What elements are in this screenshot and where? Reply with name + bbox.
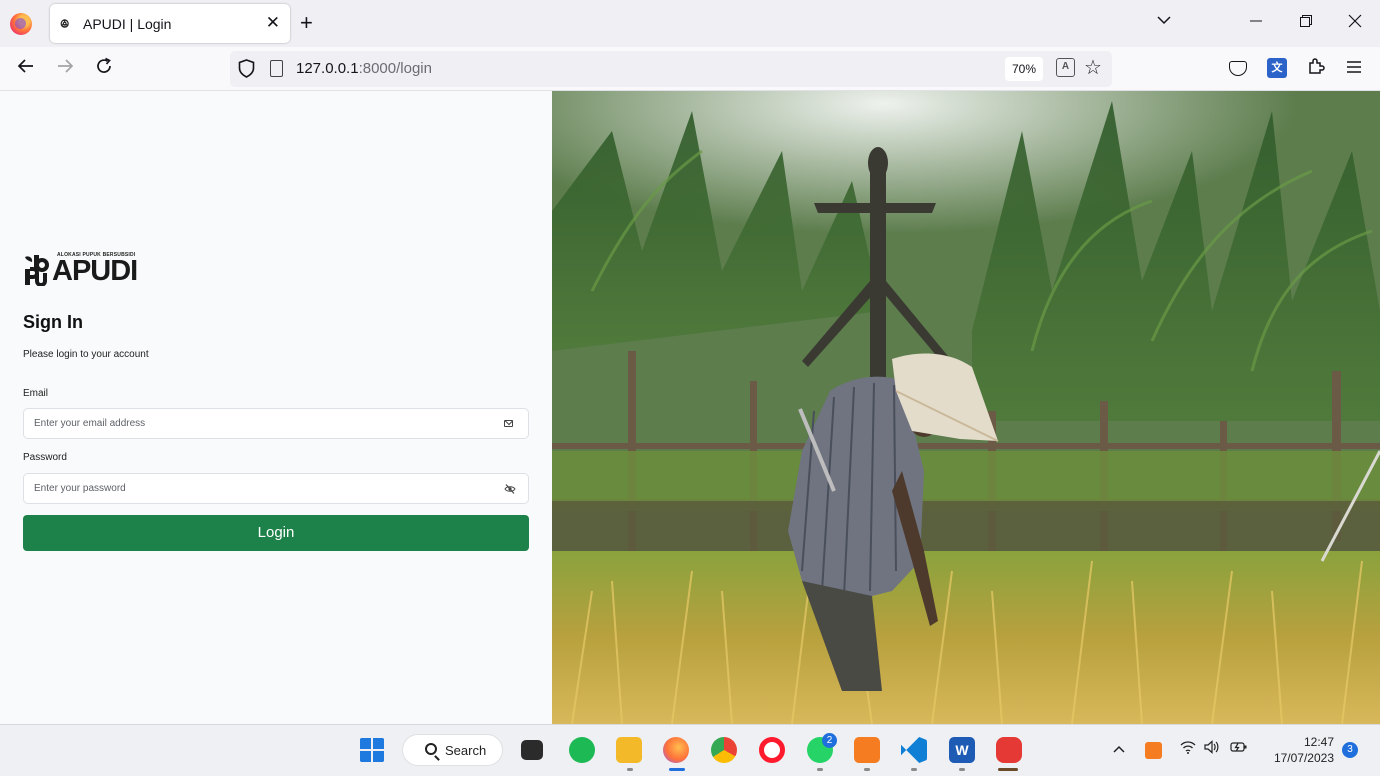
apudi-logo-mark-icon — [25, 255, 49, 286]
word-icon[interactable]: W — [949, 737, 975, 763]
page-title: Sign In — [23, 312, 83, 332]
tab-title: APUDI | Login — [83, 16, 172, 32]
password-field-wrapper — [23, 473, 529, 504]
whatsapp-running-indicator — [817, 768, 823, 771]
list-all-tabs-icon[interactable] — [1157, 12, 1171, 28]
windows-start-icon[interactable] — [359, 737, 385, 763]
xampp-tray-icon[interactable] — [1145, 742, 1162, 759]
apudi-logo: ALOKASI PUPUK BERSUBSIDI APUDI — [23, 252, 143, 288]
email-label: Email — [23, 388, 49, 399]
battery-charging-icon[interactable] — [1230, 740, 1248, 757]
minimize-icon[interactable] — [1249, 10, 1263, 36]
eye-slash-icon[interactable] — [504, 483, 516, 495]
file-explorer-running-indicator — [627, 768, 633, 771]
page-subtitle: Please login to your account — [23, 349, 149, 360]
browser-nav-bar: 127.0.0.1:8000/login 70% A ☆ 文 — [0, 47, 1380, 91]
apudi-favicon-icon: ꔮ — [60, 17, 70, 31]
show-hidden-icons-chevron-icon[interactable] — [1113, 740, 1125, 756]
notification-count-badge[interactable]: 3 — [1342, 742, 1358, 758]
translate-page-icon[interactable]: A — [1056, 58, 1075, 77]
login-panel: ALOKASI PUPUK BERSUBSIDI APUDI Sign In P… — [0, 91, 552, 724]
login-page: ALOKASI PUPUK BERSUBSIDI APUDI Sign In P… — [0, 91, 1380, 724]
login-button[interactable]: Login — [23, 515, 529, 551]
vscode-icon[interactable] — [901, 737, 927, 763]
forward-arrow-icon[interactable] — [55, 56, 75, 83]
opera-icon[interactable] — [759, 737, 785, 763]
tab-active[interactable]: ꔮ APUDI | Login ✕ — [50, 4, 290, 43]
email-field[interactable] — [34, 409, 494, 438]
tracking-shield-icon[interactable] — [238, 59, 255, 78]
screen-recorder-icon[interactable] — [996, 737, 1022, 763]
firefox-taskbar-icon[interactable] — [663, 737, 689, 763]
task-view-icon[interactable] — [521, 740, 543, 760]
firefox-logo-icon[interactable] — [10, 13, 32, 35]
page-info-icon[interactable] — [270, 60, 283, 77]
search-icon — [425, 743, 437, 755]
taskbar-search-label: Search — [445, 743, 487, 758]
taskbar-clock[interactable]: 12:47 17/07/2023 — [1262, 734, 1334, 766]
password-field[interactable] — [34, 474, 494, 503]
hero-image — [552, 91, 1380, 724]
taskbar-search-button[interactable]: Search — [402, 734, 503, 766]
envelope-icon — [504, 420, 513, 427]
whatsapp-badge: 2 — [822, 733, 837, 748]
email-field-wrapper — [23, 408, 529, 439]
close-window-icon[interactable] — [1348, 10, 1362, 36]
new-tab-button[interactable]: + — [300, 10, 313, 36]
password-label: Password — [23, 452, 67, 463]
pocket-icon[interactable] — [1229, 61, 1247, 76]
reload-icon[interactable] — [94, 56, 114, 83]
restore-icon[interactable] — [1299, 10, 1313, 36]
xampp-running-indicator — [864, 768, 870, 771]
zoom-level-indicator[interactable]: 70% — [1005, 57, 1043, 81]
vscode-running-indicator — [911, 768, 917, 771]
clock-date: 17/07/2023 — [1273, 751, 1334, 765]
close-tab-icon[interactable]: ✕ — [266, 13, 280, 33]
logo-wordmark: APUDI — [52, 255, 138, 287]
farmer-rice-field-illustration — [552, 91, 1380, 724]
address-bar[interactable]: 127.0.0.1:8000/login 70% A ☆ — [230, 51, 1112, 87]
bookmark-star-icon[interactable]: ☆ — [1084, 55, 1102, 81]
url-text[interactable]: 127.0.0.1:8000/login — [296, 60, 432, 77]
word-running-indicator — [959, 768, 965, 771]
menu-hamburger-icon[interactable] — [1346, 56, 1362, 82]
volume-icon[interactable] — [1204, 740, 1220, 757]
spotify-icon[interactable] — [569, 737, 595, 763]
firefox-active-indicator — [669, 768, 685, 771]
wifi-icon[interactable] — [1180, 740, 1196, 757]
clock-time: 12:47 — [1303, 735, 1334, 749]
browser-tab-bar: ꔮ APUDI | Login ✕ + — [0, 0, 1380, 47]
chrome-icon[interactable] — [711, 737, 737, 763]
back-arrow-icon[interactable] — [16, 56, 36, 83]
screen-recorder-running-indicator — [998, 768, 1018, 771]
file-explorer-icon[interactable] — [616, 737, 642, 763]
translate-extension-icon[interactable]: 文 — [1267, 58, 1287, 78]
windows-taskbar: Search 2 W 12:47 17/07/2023 3 — [0, 724, 1380, 776]
extensions-puzzle-icon[interactable] — [1307, 56, 1325, 82]
xampp-icon[interactable] — [854, 737, 880, 763]
